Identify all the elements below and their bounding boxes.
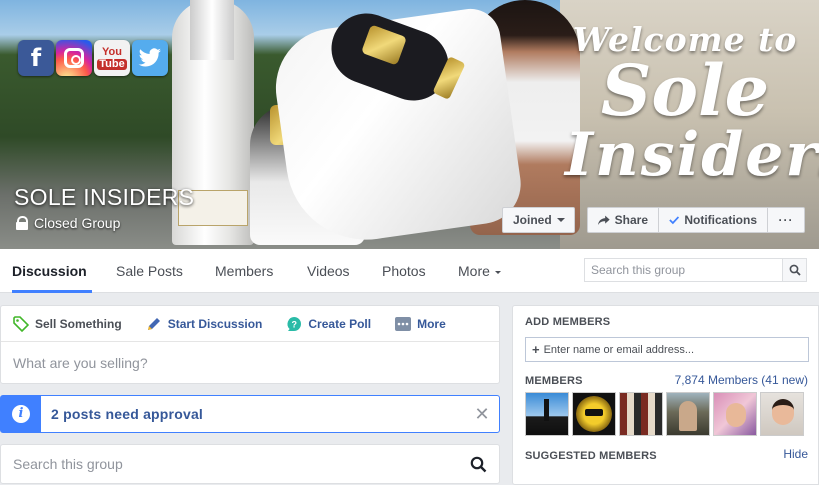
add-members-title: ADD MEMBERS xyxy=(525,316,611,328)
svg-text:?: ? xyxy=(292,319,298,329)
create-poll-label: Create Poll xyxy=(308,316,372,331)
cover-bottle-neck xyxy=(190,0,234,60)
more-icon xyxy=(395,316,412,331)
tab-members[interactable]: Members xyxy=(215,249,273,293)
share-label: Share xyxy=(614,213,648,227)
avatar[interactable] xyxy=(666,392,710,436)
start-discussion-label: Start Discussion xyxy=(167,316,263,331)
start-discussion-button[interactable]: Start Discussion xyxy=(146,316,263,332)
tab-label: More xyxy=(458,263,490,279)
search-icon xyxy=(470,456,487,472)
members-sidebar: ADD MEMBERS + Enter name or email addres… xyxy=(512,305,819,485)
instagram-icon[interactable] xyxy=(56,40,92,76)
info-icon: i xyxy=(12,405,30,423)
members-count-link[interactable]: 7,874 Members (41 new) xyxy=(675,373,808,387)
composer-input[interactable]: What are you selling? xyxy=(1,342,499,384)
more-options-icon: ··· xyxy=(778,213,794,227)
welcome-line-3: Insiders xyxy=(565,120,819,190)
avatar[interactable] xyxy=(713,392,757,436)
avatar[interactable] xyxy=(619,392,663,436)
more-composer-button[interactable]: More xyxy=(395,316,446,332)
joined-label: Joined xyxy=(513,213,552,227)
poll-icon: ? xyxy=(287,316,302,331)
tab-sale-posts[interactable]: Sale Posts xyxy=(116,249,183,293)
chevron-down-icon xyxy=(556,218,565,222)
tab-photos[interactable]: Photos xyxy=(382,249,426,293)
youtube-text-tube: Tube xyxy=(97,57,127,70)
feed-search-placeholder: Search this group xyxy=(13,456,123,472)
notifications-label: Notifications xyxy=(684,213,757,227)
lock-icon xyxy=(16,216,28,230)
facebook-icon[interactable]: f xyxy=(18,40,54,76)
composer-placeholder: What are you selling? xyxy=(13,355,148,371)
chevron-down-icon xyxy=(494,270,501,274)
tab-discussion[interactable]: Discussion xyxy=(12,249,92,293)
group-search-input[interactable] xyxy=(585,259,782,281)
youtube-icon[interactable]: You Tube xyxy=(94,40,130,76)
close-icon[interactable]: ✕ xyxy=(465,404,499,425)
members-title: MEMBERS xyxy=(525,375,583,387)
group-privacy: Closed Group xyxy=(16,215,120,231)
group-privacy-label: Closed Group xyxy=(34,215,121,231)
tab-videos[interactable]: Videos xyxy=(307,249,350,293)
suggested-members-title: SUGGESTED MEMBERS xyxy=(525,450,657,462)
add-members-input[interactable]: + Enter name or email address... xyxy=(525,337,809,362)
tag-icon xyxy=(13,315,29,332)
welcome-line-2: Sole xyxy=(600,49,770,132)
composer-actions: Sell Something Start Discussion ? Create… xyxy=(1,306,499,342)
pending-approval-text[interactable]: 2 posts need approval xyxy=(41,406,465,422)
share-button[interactable]: Share xyxy=(587,207,659,233)
tab-label: Videos xyxy=(307,263,350,279)
post-composer: Sell Something Start Discussion ? Create… xyxy=(0,305,500,384)
search-icon xyxy=(789,264,801,276)
twitter-icon[interactable] xyxy=(132,40,168,76)
search-button[interactable] xyxy=(782,259,806,281)
tab-label: Discussion xyxy=(12,263,87,279)
joined-button[interactable]: Joined xyxy=(502,207,575,233)
avatar[interactable] xyxy=(572,392,616,436)
avatar[interactable] xyxy=(760,392,804,436)
social-icons: f You Tube xyxy=(18,40,168,76)
tab-label: Sale Posts xyxy=(116,263,183,279)
pencil-icon xyxy=(147,317,160,330)
pending-approval-banner[interactable]: i 2 posts need approval ✕ xyxy=(0,395,500,433)
hide-suggested-link[interactable]: Hide xyxy=(783,447,808,461)
tab-label: Photos xyxy=(382,263,426,279)
group-search-box xyxy=(584,258,807,282)
check-icon xyxy=(669,216,680,225)
youtube-text-you: You xyxy=(102,45,122,58)
notifications-button[interactable]: Notifications xyxy=(658,207,768,233)
plus-icon: + xyxy=(532,342,540,357)
group-name[interactable]: SOLE INSIDERS xyxy=(14,184,194,211)
info-icon-box: i xyxy=(1,396,41,432)
feed-search-box[interactable]: Search this group xyxy=(0,444,500,484)
sell-something-label: Sell Something xyxy=(35,316,122,331)
member-avatars xyxy=(525,392,804,436)
avatar[interactable] xyxy=(525,392,569,436)
cover-welcome-text: Welcome to Sole Insiders xyxy=(565,20,819,190)
tab-label: Members xyxy=(215,263,274,279)
more-options-button[interactable]: ··· xyxy=(767,207,805,233)
tab-more[interactable]: More xyxy=(458,249,501,293)
share-icon xyxy=(598,215,610,225)
create-poll-button[interactable]: ? Create Poll xyxy=(286,316,371,332)
add-members-placeholder: Enter name or email address... xyxy=(543,343,694,356)
more-composer-label: More xyxy=(417,316,446,331)
sell-something-button[interactable]: Sell Something xyxy=(13,315,122,332)
